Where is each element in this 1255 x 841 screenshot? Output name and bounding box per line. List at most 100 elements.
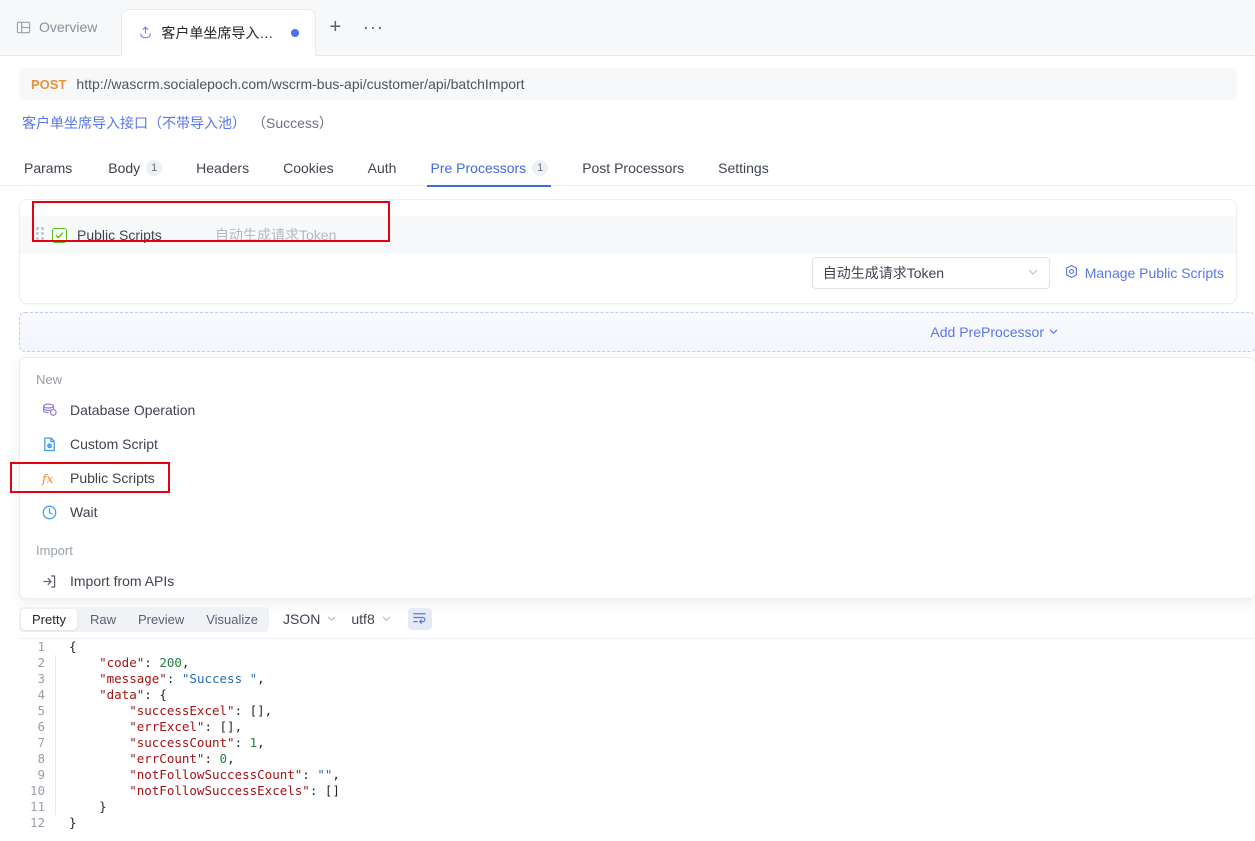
json-line-content: } [69,815,77,830]
chevron-down-icon [1027,266,1039,281]
chevron-down-icon [326,611,337,627]
menu-item-import-from-apis[interactable]: Import from APIs [20,564,1255,598]
tab-auth-label: Auth [367,159,397,176]
tab-cookies-label: Cookies [283,159,334,176]
wrap-text-button[interactable] [407,608,432,630]
response-view-preview[interactable]: Preview [127,607,195,632]
json-line-number: 9 [37,767,45,782]
menu-item-custom-script-label: Custom Script [70,436,158,452]
tab-params[interactable]: Params [22,150,91,186]
json-line-content: "successExcel": [], [69,703,273,718]
tab-settings-label: Settings [718,159,769,176]
public-script-select-value: 自动生成请求Token [822,265,945,281]
json-indent-guide [55,719,56,735]
json-line-content: "successCount": 1, [69,735,265,750]
tab-pre-processors[interactable]: Pre Processors 1 [413,150,565,187]
tab-request-label: 客户单坐席导入接... [161,24,284,41]
json-indent-guide [55,687,56,703]
upload-icon [138,25,153,40]
json-indent-guide [55,735,56,751]
fx-icon: fx [40,469,58,487]
api-client-window: Overview 客户单坐席导入接... + ··· POST http://w… [0,0,1255,841]
response-encoding-select[interactable]: utf8 [351,611,391,627]
json-line: 7 "successCount": 1, [19,735,1255,751]
menu-item-custom-script[interactable]: Custom Script [20,427,1255,461]
menu-item-wait[interactable]: Wait [20,495,1255,529]
json-indent-guide [55,783,56,799]
json-line-content: } [69,799,107,814]
json-line: 6 "errExcel": [], [19,719,1255,735]
response-format-select[interactable]: JSON [283,611,337,627]
request-url-bar[interactable]: POST http://wascrm.socialepoch.com/wscrm… [19,68,1237,100]
json-line: 9 "notFollowSuccessCount": "", [19,767,1255,783]
json-line: 11 } [19,799,1255,815]
response-body-json[interactable]: 1{2 "code": 200, 3 "message": "Success ",… [19,638,1255,838]
menu-item-public-scripts[interactable]: fx Public Scripts [20,461,1255,495]
menu-section-new-title: New [36,372,63,387]
request-url-text: http://wascrm.socialepoch.com/wscrm-bus-… [76,76,525,92]
response-format-value: JSON [283,611,321,627]
tab-headers-label: Headers [196,159,250,176]
request-name[interactable]: 客户单坐席导入接口（不带导入池） [22,113,246,133]
json-line: 10 "notFollowSuccessExcels": [] [19,783,1255,799]
add-preprocessor-label: Add PreProcessor [930,324,1044,340]
tab-overview[interactable]: Overview [0,0,121,55]
response-encoding-value: utf8 [351,611,375,627]
tab-options-button[interactable]: ··· [354,0,392,55]
import-arrow-icon [40,572,58,590]
preprocessor-row[interactable]: Public Scripts 自动生成请求Token [20,216,1236,254]
svg-text:fx: fx [41,471,53,485]
response-view-visualize[interactable]: Visualize [195,607,269,632]
tab-post-processors-label: Post Processors [582,159,685,176]
json-indent-guide [55,703,56,719]
preprocessor-controls: 自动生成请求Token Manage Public Scripts [811,256,1224,290]
json-line-number: 7 [37,735,45,750]
tab-cookies[interactable]: Cookies [266,150,351,186]
response-view-mode-group: Pretty Raw Preview Visualize [19,606,270,632]
tab-post-processors[interactable]: Post Processors [565,150,701,186]
preprocessor-name: Public Scripts [77,227,162,243]
json-line-number: 4 [37,687,45,702]
preprocessor-enabled-checkbox[interactable] [52,227,67,243]
manage-public-scripts-label: Manage Public Scripts [1084,265,1224,281]
menu-item-database-operation[interactable]: Database Operation [20,393,1255,427]
tab-settings[interactable]: Settings [701,150,786,186]
json-line-number: 11 [29,799,45,814]
tab-overview-label: Overview [39,19,98,35]
public-script-select[interactable]: 自动生成请求Token [811,257,1050,289]
json-line: 1{ [19,639,1255,655]
layout-icon [16,20,31,35]
manage-public-scripts-link[interactable]: Manage Public Scripts [1064,264,1224,282]
json-line-content: "errExcel": [], [69,719,243,734]
json-line: 3 "message": "Success ", [19,671,1255,687]
json-line-number: 8 [37,751,45,766]
json-line-number: 5 [37,703,45,718]
menu-item-import-from-apis-label: Import from APIs [70,573,175,589]
add-preprocessor-button[interactable]: Add PreProcessor [930,324,1059,340]
json-line: 4 "data": { [19,687,1255,703]
response-view-pretty[interactable]: Pretty [21,608,77,630]
json-line: 8 "errCount": 0, [19,751,1255,767]
json-line: 12} [19,815,1255,831]
new-tab-button[interactable]: + [316,0,354,55]
script-file-icon [40,435,58,453]
json-line-content: "notFollowSuccessCount": "", [69,767,340,782]
json-indent-guide [55,655,56,671]
menu-section-import-title: Import [36,543,73,558]
response-view-raw[interactable]: Raw [79,607,127,632]
json-line-number: 3 [37,671,45,686]
drag-handle-icon[interactable] [36,227,46,243]
tab-request-active[interactable]: 客户单坐席导入接... [121,9,317,56]
tab-headers[interactable]: Headers [179,150,266,186]
database-icon [40,401,58,419]
menu-item-public-scripts-label: Public Scripts [70,470,155,486]
tab-body[interactable]: Body 1 [91,150,179,186]
add-preprocessor-card[interactable]: Add PreProcessor [19,312,1255,352]
preprocessor-description: 自动生成请求Token [215,227,337,243]
request-title-line: 客户单坐席导入接口（不带导入池） （Success） [22,113,333,133]
tab-auth[interactable]: Auth [351,150,414,186]
json-line-content: "code": 200, [69,655,190,670]
json-line-content: "notFollowSuccessExcels": [] [69,783,340,798]
menu-item-database-operation-label: Database Operation [70,402,196,418]
unsaved-indicator-dot [291,28,300,37]
